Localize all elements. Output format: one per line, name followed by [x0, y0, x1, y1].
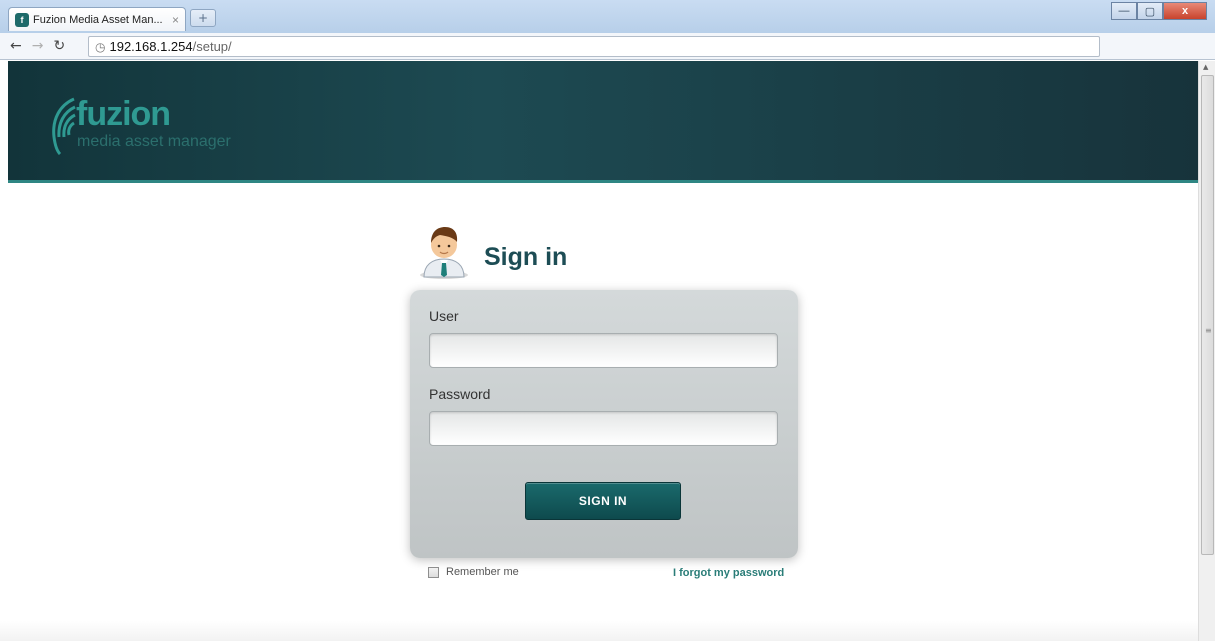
user-avatar-icon [420, 227, 468, 279]
page-footer-band [0, 621, 1198, 641]
password-label: Password [429, 386, 491, 402]
browser-tab[interactable]: f Fuzion Media Asset Man... × [8, 7, 186, 31]
forward-arrow-icon[interactable]: → [32, 38, 44, 54]
window-controls: — ▢ x [1111, 2, 1207, 20]
remember-me-label: Remember me [446, 566, 519, 578]
browser-navbar: ← → ↻ ◷ 192.168.1.254/setup/ [0, 33, 1215, 60]
user-input[interactable] [429, 333, 778, 368]
url-path: /setup/ [192, 39, 232, 54]
fuzion-logo[interactable]: fuzion media asset manager [48, 95, 258, 157]
logo-tagline: media asset manager [77, 133, 231, 150]
tab-close-icon[interactable]: × [172, 13, 179, 27]
address-bar[interactable]: ◷ 192.168.1.254/setup/ [88, 36, 1100, 57]
site-header: fuzion media asset manager [8, 61, 1198, 183]
back-arrow-icon[interactable]: ← [10, 38, 22, 54]
password-input[interactable] [429, 411, 778, 446]
fuzion-favicon-icon: f [15, 12, 29, 27]
scroll-grip-icon: ≡ [1205, 326, 1212, 335]
signin-heading: Sign in [416, 221, 656, 281]
page-viewport: fuzion media asset manager Sign in User … [0, 61, 1198, 641]
logo-name: fuzion [76, 95, 171, 133]
page-scrollbar[interactable]: ▲ ≡ [1198, 61, 1215, 641]
remember-me-option[interactable]: Remember me [428, 566, 519, 578]
tab-title: Fuzion Media Asset Man... [33, 13, 163, 26]
remember-me-checkbox[interactable] [428, 566, 439, 578]
scroll-up-arrow-icon[interactable]: ▲ [1203, 63, 1208, 71]
user-label: User [429, 308, 459, 324]
fuzion-logo-mark-icon [52, 97, 76, 155]
reload-icon[interactable]: ↻ [53, 38, 65, 54]
sign-in-button[interactable]: SIGN IN [525, 482, 681, 520]
minimize-button[interactable]: — [1111, 2, 1137, 20]
signin-form-card: User Password SIGN IN [410, 290, 798, 558]
page-info-icon[interactable]: ◷ [95, 40, 105, 54]
new-tab-button[interactable]: + [190, 9, 216, 27]
browser-titlebar: f Fuzion Media Asset Man... × + — ▢ x [0, 0, 1215, 33]
scrollbar-thumb[interactable]: ≡ [1201, 75, 1214, 555]
forgot-password-link[interactable]: I forgot my password [673, 567, 784, 579]
signin-title: Sign in [484, 243, 568, 271]
maximize-button[interactable]: ▢ [1137, 2, 1163, 20]
close-window-button[interactable]: x [1163, 2, 1207, 20]
url-host: 192.168.1.254 [109, 39, 193, 54]
